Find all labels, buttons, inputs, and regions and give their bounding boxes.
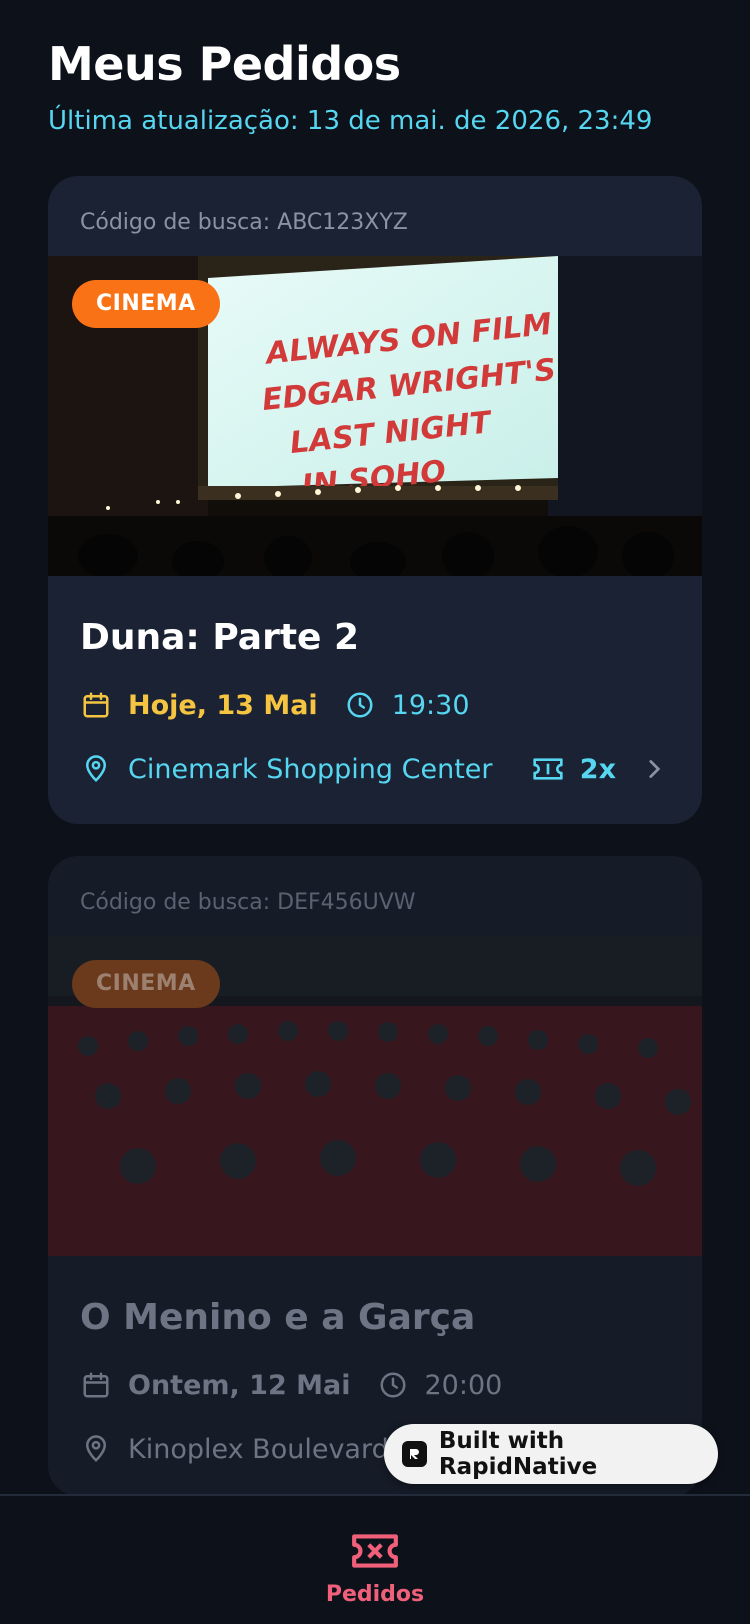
movie-title: Duna: Parte 2 [80, 617, 360, 658]
venue-name: Cinemark Shopping Center [128, 753, 493, 785]
order-card[interactable]: Código de busca: ABC123XYZ ALWAYS ON FIL… [48, 176, 702, 824]
chevron-right-icon[interactable] [638, 753, 670, 785]
category-badge: CINEMA [72, 960, 220, 1008]
location-pin-icon [80, 753, 112, 785]
ticket-icon [532, 753, 564, 785]
event-image: ALWAYS ON FILM EDGAR WRIGHT'S LAST NIGHT… [48, 256, 702, 576]
date-time-row: Ontem, 12 Mai 20:00 [80, 1366, 670, 1404]
venue-row: Cinemark Shopping Center 2x [80, 750, 670, 788]
page-title: Meus Pedidos [48, 37, 401, 91]
calendar-icon [80, 689, 112, 721]
page-header: Meus Pedidos Última atualização: 13 de m… [48, 34, 702, 138]
date-time-row: Hoje, 13 Mai 19:30 [80, 686, 670, 724]
search-code: Código de busca: DEF456UVW [80, 890, 416, 915]
calendar-icon [80, 1369, 112, 1401]
search-code: Código de busca: ABC123XYZ [80, 210, 408, 235]
event-image: CINEMA [48, 936, 702, 1256]
built-with-text: Built with RapidNative [438, 1428, 598, 1480]
location-pin-icon [80, 1433, 112, 1465]
category-badge: CINEMA [72, 280, 220, 328]
ticket-quantity: 2x [579, 753, 616, 785]
bottom-tab-bar: Pedidos [0, 1494, 750, 1624]
movie-title: O Menino e a Garça [80, 1297, 476, 1338]
clock-icon [377, 1369, 409, 1401]
event-date: Hoje, 13 Mai [128, 689, 318, 721]
rapidnative-logo-icon [402, 1441, 427, 1467]
event-time: 20:00 [424, 1369, 503, 1401]
event-time: 19:30 [391, 689, 470, 721]
ticket-icon[interactable] [350, 1532, 400, 1574]
tab-orders[interactable]: Pedidos [326, 1580, 424, 1602]
event-date: Ontem, 12 Mai [128, 1369, 351, 1401]
clock-icon [344, 689, 376, 721]
built-with-badge[interactable]: Built with RapidNative [384, 1424, 718, 1484]
order-card[interactable]: Código de busca: DEF456UVW CINEMA O Meni… [48, 856, 702, 1496]
last-updated-text: Última atualização: 13 de mai. de 2026, … [48, 106, 653, 136]
